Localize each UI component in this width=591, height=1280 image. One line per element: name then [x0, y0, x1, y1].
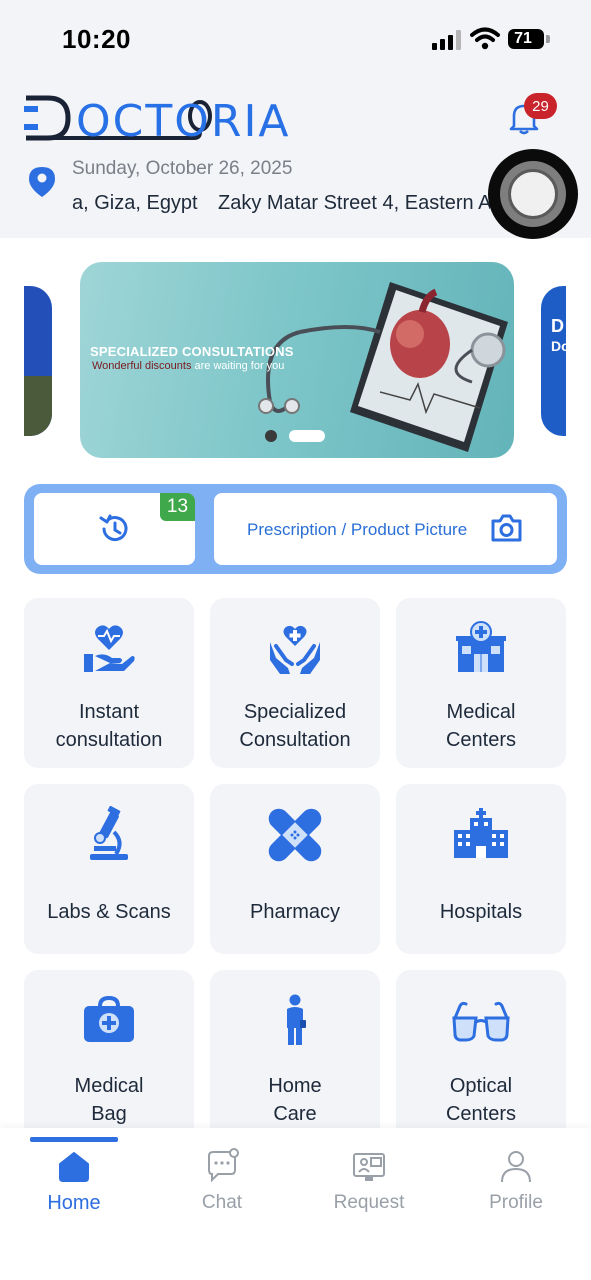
service-label-line2: Bag — [91, 1103, 127, 1125]
service-pharmacy[interactable]: Pharmacy — [210, 784, 380, 954]
nav-label: Home — [47, 1192, 101, 1214]
history-count-badge: 13 — [160, 493, 195, 521]
status-bar: 10:20 71 — [0, 0, 591, 80]
camera-icon — [491, 514, 522, 542]
service-label-line1: Instant — [78, 701, 140, 723]
nav-label: Request — [333, 1192, 405, 1213]
service-labs-scans[interactable]: Labs & Scans — [24, 784, 194, 954]
banner-subtitle-highlight: Wonderful discounts — [92, 360, 192, 372]
assistive-touch-inner — [508, 169, 558, 219]
bandage-icon — [268, 808, 322, 862]
carousel-next-slide[interactable]: D Do — [541, 286, 566, 436]
service-label-line2: Consultation — [239, 729, 351, 751]
nav-profile[interactable]: Profile — [456, 1146, 576, 1226]
carousel-dot-active[interactable] — [289, 430, 325, 442]
current-date: Sunday, October 26, 2025 — [72, 158, 293, 179]
next-slide-subtext: Do — [551, 338, 566, 354]
service-label-line1: Specialized — [243, 701, 347, 723]
glasses-icon — [452, 1001, 510, 1042]
nav-label: Chat — [201, 1192, 243, 1213]
battery-cap — [546, 35, 550, 43]
cellular-signal-icon — [432, 30, 461, 50]
service-specialized-consultation[interactable]: Specialized Consultation — [210, 598, 380, 768]
profile-icon — [501, 1151, 531, 1183]
service-label-line1: Hospitals — [439, 901, 523, 923]
banner-subtitle-rest: are waiting for you — [191, 360, 285, 372]
hands-heart-icon — [270, 625, 320, 674]
service-hospitals[interactable]: Hospitals — [396, 784, 566, 954]
carousel-dot[interactable] — [265, 430, 277, 442]
service-home-care[interactable]: Home Care — [210, 970, 380, 1140]
nav-request[interactable]: Request — [309, 1146, 429, 1226]
hospital-icon — [454, 808, 508, 858]
nav-home[interactable]: Home — [14, 1146, 134, 1226]
medical-bag-icon — [84, 995, 134, 1042]
medical-center-icon — [456, 621, 506, 672]
slide-image — [24, 376, 52, 436]
service-label-line1: Labs & Scans — [47, 901, 171, 923]
heart-hand-icon — [84, 625, 135, 672]
nav-active-indicator — [30, 1137, 118, 1142]
service-label-line1: Optical — [449, 1075, 513, 1097]
prescription-label: Prescription / Product Picture — [247, 520, 468, 539]
notification-badge: 29 — [524, 93, 557, 119]
nav-chat[interactable]: Chat — [162, 1146, 282, 1226]
history-icon — [99, 514, 128, 542]
service-label-line1: Pharmacy — [249, 901, 341, 923]
microscope-icon — [90, 806, 128, 860]
address-marquee[interactable]: a, Giza, Egypt Zaky Matar Street 4, East… — [0, 190, 490, 218]
service-label-line2: consultation — [55, 729, 163, 751]
brand-name: OCTORIA — [76, 96, 291, 147]
service-instant-consultation[interactable]: Instant consultation — [24, 598, 194, 768]
service-label-line1: Home — [268, 1075, 322, 1097]
chat-icon — [208, 1148, 239, 1183]
service-label-line1: Medical — [446, 701, 516, 723]
status-time: 10:20 — [62, 24, 131, 54]
wifi-icon — [470, 27, 500, 50]
banner-title: SPECIALIZED CONSULTATIONS — [90, 344, 294, 359]
banner-subtitle: Wonderful discounts are waiting for you — [92, 360, 284, 372]
promo-banner[interactable]: SPECIALIZED CONSULTATIONS Wonderful disc… — [80, 262, 514, 458]
home-icon — [59, 1152, 89, 1182]
service-label-line2: Centers — [445, 1103, 517, 1125]
service-medical-bag[interactable]: Medical Bag — [24, 970, 194, 1140]
service-label-line1: Medical — [74, 1075, 144, 1097]
service-label-line2: Care — [273, 1103, 317, 1125]
address-part-1: a, Giza, Egypt — [72, 192, 198, 214]
next-slide-text: D — [551, 316, 564, 336]
address-part-2: Zaky Matar Street 4, Eastern Al — [218, 192, 490, 214]
service-label-line2: Centers — [445, 729, 517, 751]
service-optical-centers[interactable]: Optical Centers — [396, 970, 566, 1140]
request-icon — [353, 1153, 385, 1181]
nav-label: Profile — [489, 1192, 543, 1213]
service-medical-centers[interactable]: Medical Centers — [396, 598, 566, 768]
battery-level: 71 — [514, 30, 532, 47]
carousel-prev-slide[interactable] — [24, 286, 52, 436]
caregiver-icon — [287, 994, 306, 1045]
